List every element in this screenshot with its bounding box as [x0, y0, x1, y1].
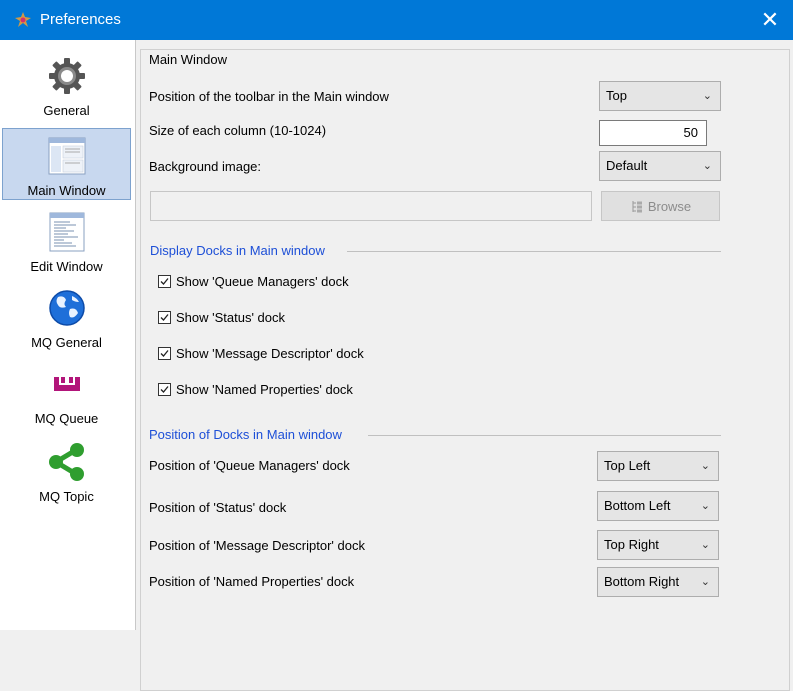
background-image-value: Default — [606, 158, 648, 173]
group-title: Main Window — [146, 52, 231, 67]
queue-icon — [53, 377, 80, 391]
display-docks-title: Display Docks in Main window — [150, 243, 325, 258]
chevron-down-icon: ⌄ — [700, 500, 710, 512]
dock-positions-title: Position of Docks in Main window — [149, 427, 342, 442]
sidebar-item-edit-window[interactable]: Edit Window — [2, 204, 131, 276]
browse-button: Browse — [601, 191, 720, 221]
section-divider — [347, 251, 721, 252]
sidebar-item-mq-topic[interactable]: MQ Topic — [2, 434, 131, 506]
message-descriptor-position-value: Top Right — [604, 537, 659, 552]
sidebar-item-label: MQ General — [31, 335, 102, 350]
named-properties-position-value: Bottom Right — [604, 574, 680, 589]
main-window-panel: Main Window Position of the toolbar in t… — [136, 40, 793, 691]
gear-icon — [48, 58, 85, 94]
sidebar-item-label: Edit Window — [30, 259, 103, 274]
show-queue-managers-checkbox[interactable] — [158, 275, 171, 288]
toolbar-position-select[interactable]: Top ⌄ — [599, 81, 721, 111]
named-properties-position-label: Position of 'Named Properties' dock — [149, 574, 355, 589]
section-divider — [368, 435, 721, 436]
toolbar-position-value: Top — [606, 88, 627, 103]
sidebar-item-label: MQ Queue — [34, 411, 99, 426]
browse-button-label: Browse — [647, 198, 692, 214]
sidebar-item-mq-general[interactable]: MQ General — [2, 280, 131, 352]
sidebar-item-main-window[interactable]: Main Window — [2, 128, 131, 200]
show-status-label[interactable]: Show 'Status' dock — [176, 310, 285, 325]
message-descriptor-position-label: Position of 'Message Descriptor' dock — [149, 538, 365, 553]
sidebar-item-mq-queue[interactable]: MQ Queue — [2, 356, 131, 428]
app-logo-icon — [15, 12, 31, 27]
show-message-descriptor-label[interactable]: Show 'Message Descriptor' dock — [176, 346, 364, 361]
checkmark-icon — [160, 278, 169, 285]
queue-managers-position-value: Top Left — [604, 458, 651, 473]
checkmark-icon — [160, 350, 169, 357]
edit-window-thumbnail-icon — [49, 212, 84, 252]
globe-icon — [48, 290, 85, 326]
title-bar: Preferences ✕ — [0, 0, 793, 40]
chevron-down-icon: ⌄ — [700, 576, 710, 588]
folder-tree-icon — [632, 200, 642, 212]
sidebar-item-label: MQ Topic — [39, 489, 94, 504]
checkmark-icon — [160, 314, 169, 321]
topic-share-icon — [48, 443, 84, 481]
show-status-checkbox[interactable] — [158, 311, 171, 324]
chevron-down-icon: ⌄ — [702, 160, 712, 172]
close-button[interactable]: ✕ — [747, 0, 793, 40]
status-position-select[interactable]: Bottom Left ⌄ — [597, 491, 719, 521]
queue-managers-position-label: Position of 'Queue Managers' dock — [149, 458, 350, 473]
chevron-down-icon: ⌄ — [700, 539, 710, 551]
queue-managers-position-select[interactable]: Top Left ⌄ — [597, 451, 719, 481]
column-size-input[interactable]: 50 — [599, 120, 707, 146]
status-position-value: Bottom Left — [604, 498, 671, 513]
show-named-properties-label[interactable]: Show 'Named Properties' dock — [176, 382, 353, 397]
status-position-label: Position of 'Status' dock — [149, 500, 287, 515]
sidebar-item-general[interactable]: General — [2, 48, 131, 120]
sidebar-item-label: General — [43, 103, 90, 118]
show-message-descriptor-checkbox[interactable] — [158, 347, 171, 360]
checkmark-icon — [160, 386, 169, 393]
main-window-thumbnail-icon — [48, 137, 85, 175]
show-named-properties-checkbox[interactable] — [158, 383, 171, 396]
column-size-label: Size of each column (10-1024) — [149, 123, 327, 138]
chevron-down-icon: ⌄ — [702, 90, 712, 102]
chevron-down-icon: ⌄ — [700, 460, 710, 472]
background-image-select[interactable]: Default ⌄ — [599, 151, 721, 181]
named-properties-position-select[interactable]: Bottom Right ⌄ — [597, 567, 719, 597]
window-title: Preferences — [40, 11, 121, 28]
message-descriptor-position-select[interactable]: Top Right ⌄ — [597, 530, 719, 560]
sidebar-item-label: Main Window — [27, 183, 106, 198]
show-queue-managers-label[interactable]: Show 'Queue Managers' dock — [176, 274, 349, 289]
background-image-path-field — [150, 191, 592, 221]
category-sidebar: General Main Window Edit Window MQ Gener… — [0, 40, 136, 630]
background-image-label: Background image: — [149, 159, 262, 174]
toolbar-position-label: Position of the toolbar in the Main wind… — [149, 89, 389, 104]
